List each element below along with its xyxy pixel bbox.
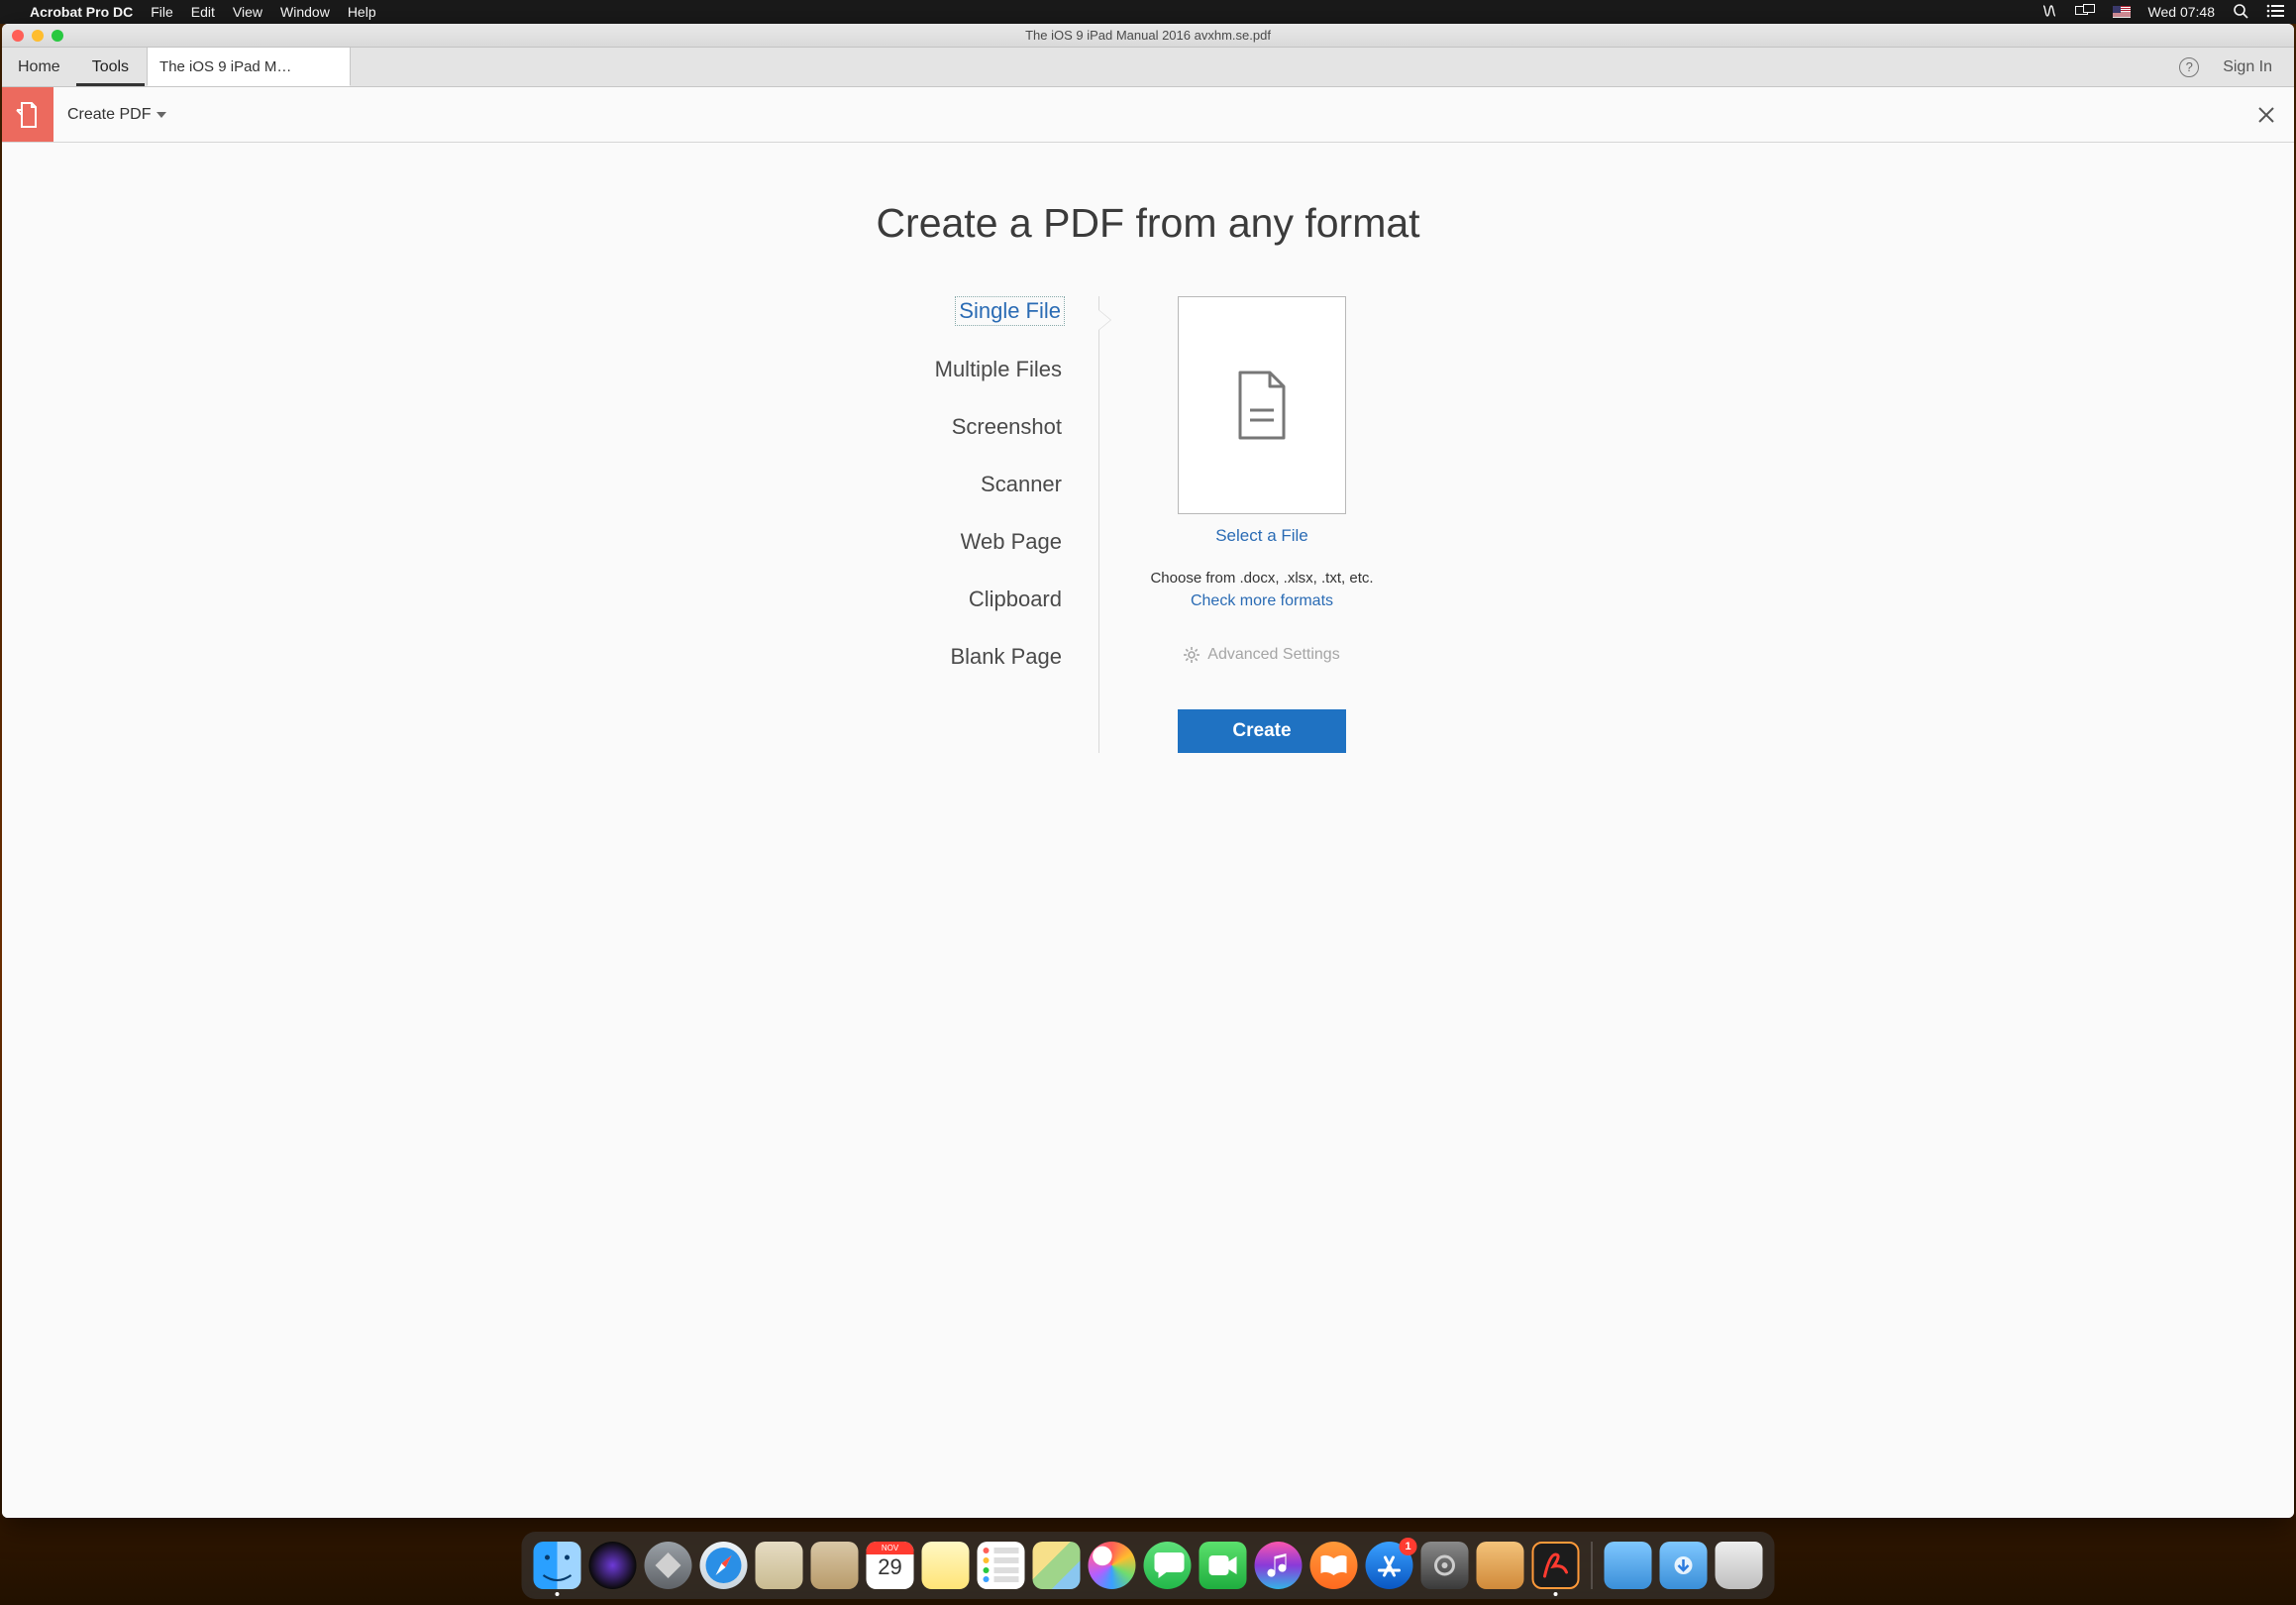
selection-arrow-icon: [1098, 310, 1110, 330]
source-list: Single File Multiple Files Screenshot Sc…: [909, 296, 1099, 753]
window-close-button[interactable]: [12, 30, 24, 42]
window-minimize-button[interactable]: [32, 30, 44, 42]
dock-app-calendar[interactable]: NOV 29: [867, 1542, 914, 1589]
dock-app-maps[interactable]: [1033, 1542, 1081, 1589]
main-panel: Create a PDF from any format Single File…: [2, 143, 2294, 1518]
menubar-clock[interactable]: Wed 07:48: [2148, 4, 2215, 20]
dock-app-system-preferences[interactable]: [1421, 1542, 1469, 1589]
source-screenshot[interactable]: Screenshot: [949, 413, 1065, 441]
script-menu-icon[interactable]: [2041, 4, 2057, 21]
menubar-item-file[interactable]: File: [151, 4, 173, 20]
displays-icon[interactable]: [2075, 4, 2095, 21]
dock-folder-1[interactable]: [1605, 1542, 1652, 1589]
dock-app-reminders[interactable]: [978, 1542, 1025, 1589]
dock: NOV 29 1: [522, 1532, 1775, 1599]
window-title: The iOS 9 iPad Manual 2016 avxhm.se.pdf: [2, 28, 2294, 43]
spotlight-icon[interactable]: [2233, 3, 2248, 22]
menubar-app-name[interactable]: Acrobat Pro DC: [30, 4, 133, 20]
gear-icon: [1184, 647, 1200, 663]
dock-app-messages[interactable]: [1144, 1542, 1192, 1589]
dock-app-generic-tool[interactable]: [1477, 1542, 1524, 1589]
source-clipboard[interactable]: Clipboard: [966, 586, 1065, 613]
page-heading: Create a PDF from any format: [876, 200, 1419, 247]
dock-separator: [1592, 1542, 1593, 1589]
tab-home[interactable]: Home: [2, 48, 76, 86]
file-dropzone[interactable]: [1178, 296, 1346, 514]
calendar-day-label: 29: [878, 1554, 901, 1580]
menubar-item-window[interactable]: Window: [280, 4, 330, 20]
app-window: The iOS 9 iPad Manual 2016 avxhm.se.pdf …: [2, 24, 2294, 1518]
dropdown-caret-icon: [157, 112, 166, 118]
help-icon[interactable]: ?: [2179, 57, 2199, 77]
create-pdf-label: Create PDF: [67, 106, 151, 124]
create-pdf-dropdown[interactable]: Create PDF: [53, 87, 180, 142]
dock-app-finder[interactable]: [534, 1542, 581, 1589]
create-button[interactable]: Create: [1178, 709, 1346, 753]
dock-app-photos[interactable]: [1089, 1542, 1136, 1589]
document-icon: [1232, 369, 1292, 442]
input-source-flag-icon[interactable]: [2113, 6, 2131, 18]
tab-tools[interactable]: Tools: [76, 48, 145, 86]
select-file-link[interactable]: Select a File: [1215, 526, 1308, 546]
sign-in-link[interactable]: Sign In: [2223, 58, 2272, 76]
calendar-month-label: NOV: [867, 1542, 914, 1554]
advanced-settings-label: Advanced Settings: [1207, 646, 1339, 664]
menubar-item-view[interactable]: View: [233, 4, 262, 20]
mac-menubar: Acrobat Pro DC File Edit View Window Hel…: [0, 0, 2296, 24]
tool-row: Create PDF: [2, 87, 2294, 143]
menu-list-icon[interactable]: [2266, 4, 2284, 21]
appstore-badge: 1: [1400, 1538, 1417, 1555]
dock-app-safari[interactable]: [700, 1542, 748, 1589]
dock-app-contacts[interactable]: [811, 1542, 859, 1589]
window-zoom-button[interactable]: [52, 30, 63, 42]
advanced-settings-button[interactable]: Advanced Settings: [1184, 646, 1339, 664]
dock-app-ibooks[interactable]: [1310, 1542, 1358, 1589]
tab-document[interactable]: The iOS 9 iPad M…: [147, 48, 351, 86]
dock-app-facetime[interactable]: [1200, 1542, 1247, 1589]
titlebar: The iOS 9 iPad Manual 2016 avxhm.se.pdf: [2, 24, 2294, 48]
tab-bar: Home Tools The iOS 9 iPad M… ? Sign In: [2, 48, 2294, 87]
source-single-file[interactable]: Single File: [955, 296, 1065, 326]
dock-app-appstore[interactable]: 1: [1366, 1542, 1413, 1589]
dock-app-siri[interactable]: [589, 1542, 637, 1589]
source-scanner[interactable]: Scanner: [978, 471, 1065, 498]
dock-app-notes[interactable]: [922, 1542, 970, 1589]
dock-folder-downloads[interactable]: [1660, 1542, 1708, 1589]
dock-app-launchpad[interactable]: [645, 1542, 692, 1589]
dock-trash[interactable]: [1716, 1542, 1763, 1589]
source-multiple-files[interactable]: Multiple Files: [932, 356, 1065, 383]
menubar-item-help[interactable]: Help: [348, 4, 376, 20]
create-pdf-tool-icon: [2, 87, 53, 142]
file-types-hint: Choose from .docx, .xlsx, .txt, etc.: [1150, 570, 1373, 587]
dock-app-mail[interactable]: [756, 1542, 803, 1589]
close-tool-button[interactable]: [2239, 87, 2294, 142]
dock-app-itunes[interactable]: [1255, 1542, 1303, 1589]
menubar-item-edit[interactable]: Edit: [191, 4, 215, 20]
dock-app-acrobat[interactable]: [1532, 1542, 1580, 1589]
source-blank-page[interactable]: Blank Page: [947, 643, 1065, 671]
check-more-formats-link[interactable]: Check more formats: [1191, 592, 1333, 610]
source-web-page[interactable]: Web Page: [958, 528, 1065, 556]
